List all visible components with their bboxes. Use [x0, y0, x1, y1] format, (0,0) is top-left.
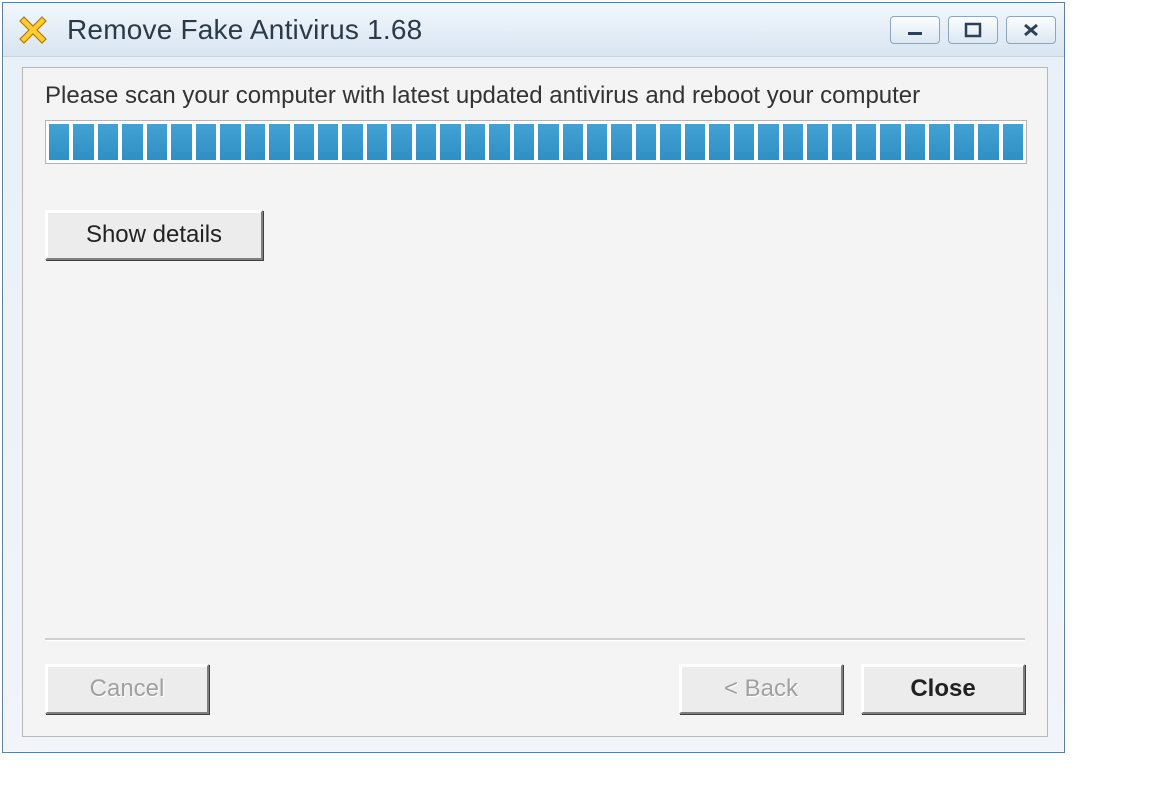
progress-segment — [269, 124, 289, 160]
progress-segment — [880, 124, 900, 160]
progress-bar — [45, 120, 1027, 164]
progress-segment — [636, 124, 656, 160]
progress-segment — [514, 124, 534, 160]
progress-segment — [734, 124, 754, 160]
progress-segment — [685, 124, 705, 160]
window-controls — [890, 16, 1056, 44]
progress-segment — [978, 124, 998, 160]
progress-segment — [342, 124, 362, 160]
wizard-button-row: Cancel < Back Close — [45, 662, 1025, 716]
button-divider — [45, 638, 1025, 640]
progress-segment — [538, 124, 558, 160]
progress-segment — [416, 124, 436, 160]
progress-segment — [489, 124, 509, 160]
progress-segment — [807, 124, 827, 160]
progress-segment — [391, 124, 411, 160]
progress-segment — [856, 124, 876, 160]
title-bar[interactable]: Remove Fake Antivirus 1.68 — [3, 3, 1064, 57]
progress-segment — [929, 124, 949, 160]
progress-segment — [758, 124, 778, 160]
progress-segment — [147, 124, 167, 160]
progress-segment — [611, 124, 631, 160]
progress-segment — [465, 124, 485, 160]
progress-segment — [122, 124, 142, 160]
progress-segment — [709, 124, 729, 160]
progress-segment — [587, 124, 607, 160]
minimize-button[interactable] — [890, 16, 940, 44]
progress-segment — [440, 124, 460, 160]
close-window-button[interactable] — [1006, 16, 1056, 44]
cancel-button[interactable]: Cancel — [45, 664, 209, 714]
back-button[interactable]: < Back — [679, 664, 843, 714]
progress-segment — [294, 124, 314, 160]
close-button[interactable]: Close — [861, 664, 1025, 714]
progress-segment — [1003, 124, 1023, 160]
show-details-button[interactable]: Show details — [45, 210, 263, 260]
progress-segment — [49, 124, 69, 160]
progress-segment — [73, 124, 93, 160]
app-x-icon — [17, 14, 49, 46]
progress-segment — [220, 124, 240, 160]
progress-segment — [905, 124, 925, 160]
progress-segment — [98, 124, 118, 160]
progress-segment — [196, 124, 216, 160]
app-window: Remove Fake Antivirus 1.68 Pl — [2, 2, 1065, 753]
progress-segment — [563, 124, 583, 160]
progress-segment — [832, 124, 852, 160]
progress-segment — [367, 124, 387, 160]
progress-segment — [954, 124, 974, 160]
progress-segment — [171, 124, 191, 160]
progress-segment — [245, 124, 265, 160]
progress-segment — [318, 124, 338, 160]
window-title: Remove Fake Antivirus 1.68 — [67, 14, 890, 46]
client-area: Please scan your computer with latest up… — [22, 67, 1048, 737]
progress-segment — [783, 124, 803, 160]
instruction-text: Please scan your computer with latest up… — [45, 82, 1025, 110]
maximize-button[interactable] — [948, 16, 998, 44]
progress-segment — [660, 124, 680, 160]
